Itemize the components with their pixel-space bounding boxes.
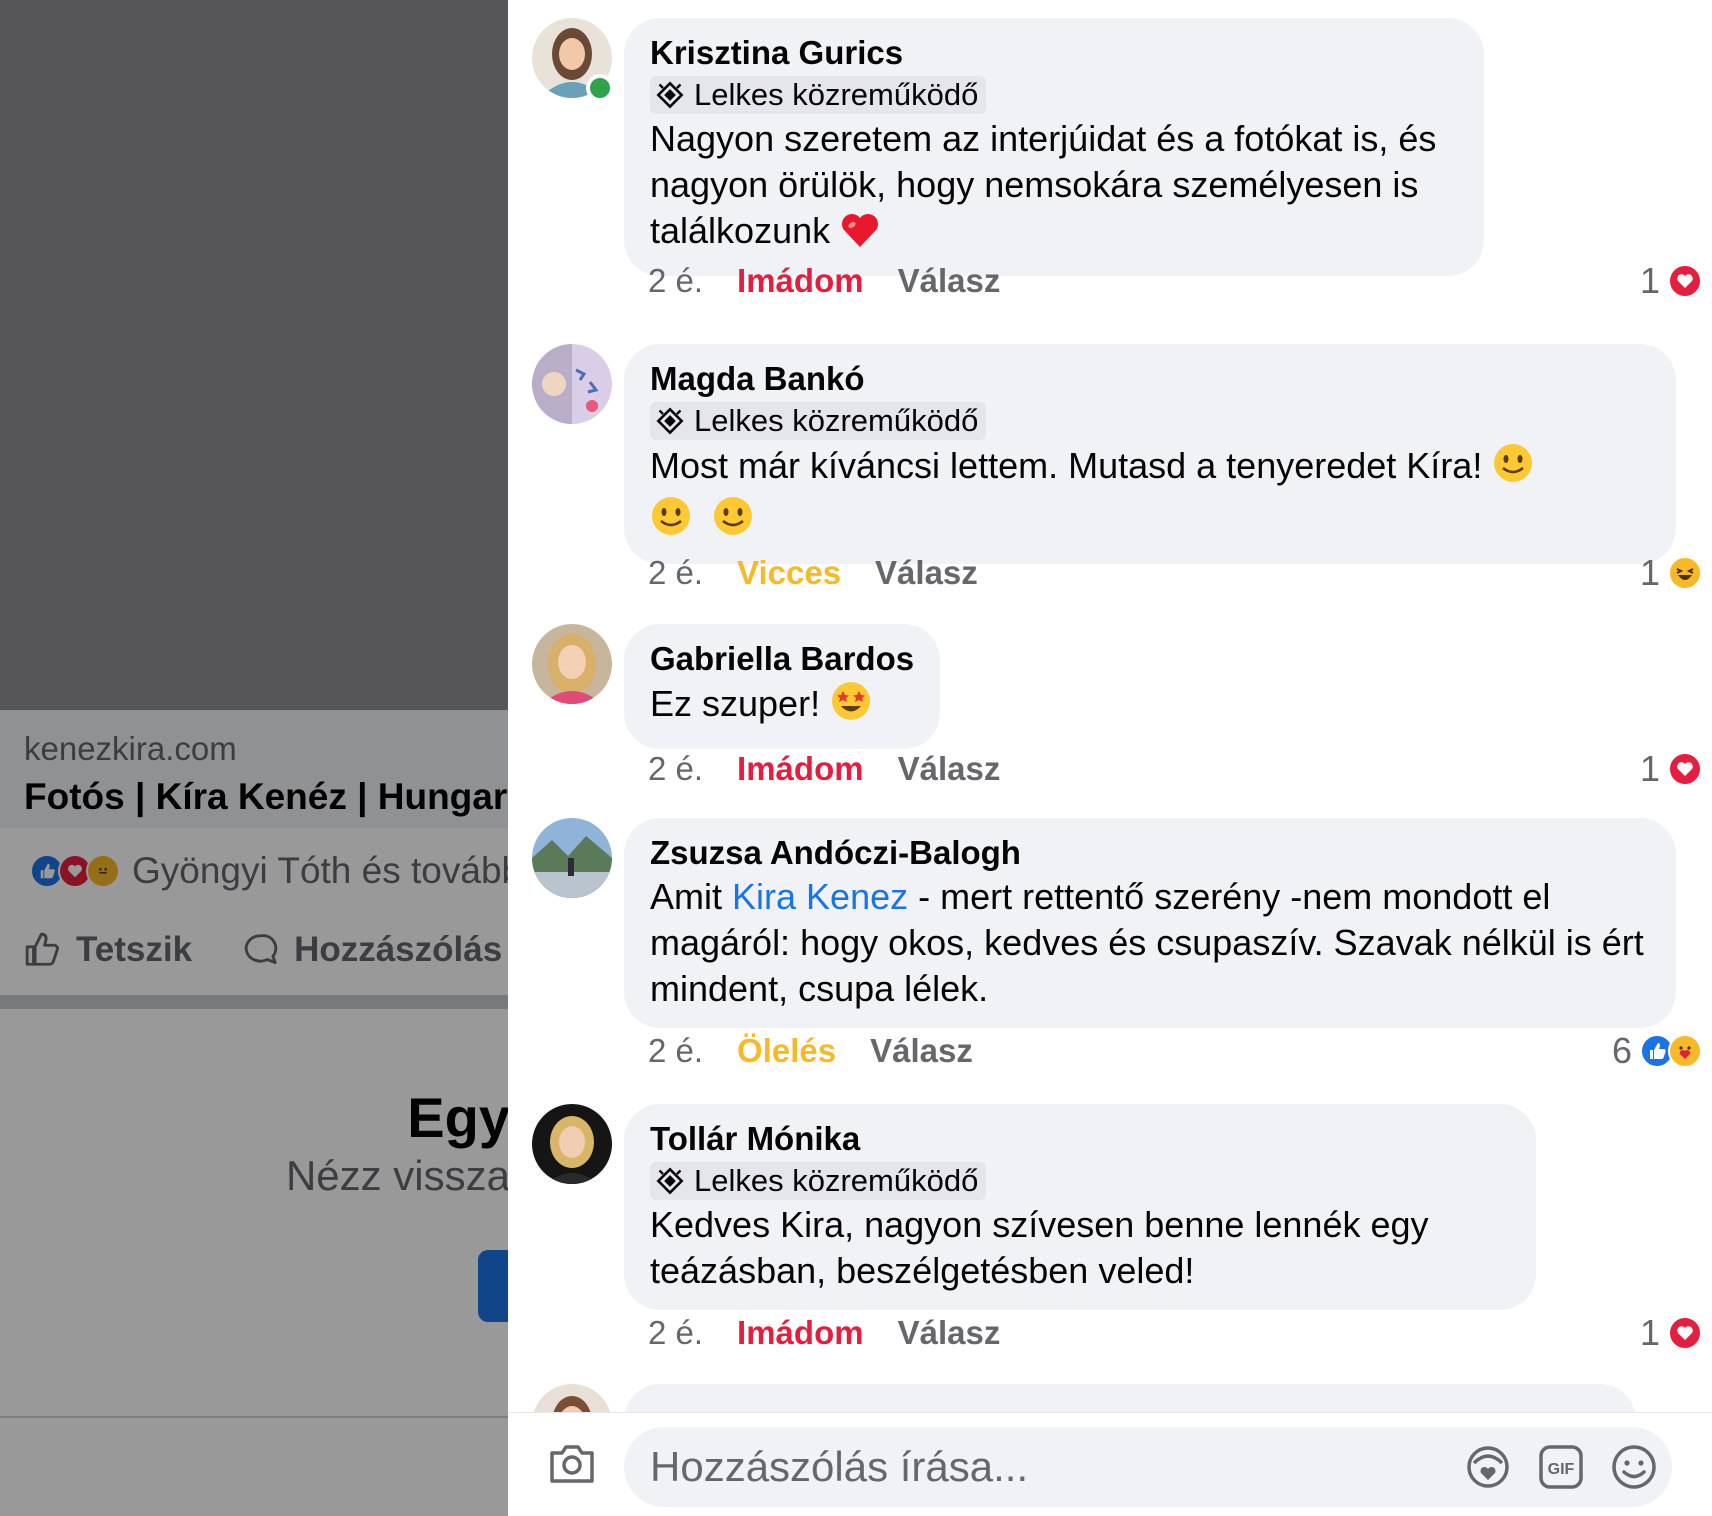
reaction-count-number: 6 — [1611, 1030, 1632, 1071]
reply-button[interactable]: Válasz — [898, 262, 1001, 300]
avatar[interactable] — [532, 818, 612, 898]
comment-time[interactable]: 2 é. — [648, 1314, 703, 1352]
badge-label: Lelkes közreműködő — [694, 77, 979, 112]
contributor-badge: Lelkes közreműködő — [650, 76, 987, 114]
camera-icon — [550, 1445, 594, 1483]
love-reaction-icon — [1668, 264, 1702, 298]
gif-button[interactable]: GIF — [1538, 1444, 1584, 1490]
comment-text: Most már kíváncsi lettem. Mutasd a tenye… — [650, 442, 1650, 548]
comment-text-content: Kedves Kira, nagyon szívesen benne lenné… — [650, 1204, 1429, 1291]
composer-tools: GIF — [1438, 1443, 1658, 1491]
comment-author[interactable]: Gabriella Bardos — [650, 640, 914, 678]
comment-author[interactable]: Tollár Mónika — [650, 1120, 1510, 1158]
online-status-indicator — [586, 74, 614, 102]
comment-bubble[interactable]: Gabriella Bardos Ez szuper! — [624, 624, 941, 749]
avatar[interactable] — [532, 624, 612, 704]
reaction-count-number: 1 — [1639, 260, 1660, 301]
comment-author[interactable]: Zsuzsa Andóczi-Balogh — [650, 834, 1650, 872]
badge-label: Lelkes közreműködő — [694, 1163, 979, 1198]
comment-text: Nagyon szeretem az interjúidat és a fotó… — [650, 116, 1458, 260]
comment-time[interactable]: 2 é. — [648, 554, 703, 592]
reaction-button[interactable]: Vicces — [737, 554, 841, 592]
comment-time[interactable]: 2 é. — [648, 750, 703, 788]
badge-diamond-icon — [656, 1167, 684, 1195]
gif-icon: GIF — [1539, 1445, 1583, 1489]
comment-text: Kedves Kira, nagyon szívesen benne lenné… — [650, 1202, 1510, 1294]
love-reaction-icon — [1668, 752, 1702, 786]
reaction-count[interactable]: 6 — [1612, 1030, 1702, 1072]
comment-text: Ez szuper! — [650, 680, 914, 733]
love-reaction-icon — [1668, 1316, 1702, 1350]
comment-meta: 2 é. Vicces Válasz — [648, 554, 978, 592]
slightly-smiling-emoji — [650, 495, 692, 548]
reaction-count-number: 1 — [1639, 552, 1660, 593]
comment-time[interactable]: 2 é. — [648, 1032, 703, 1070]
comments-panel: Krisztina Gurics Lelkes közreműködő Nagy… — [508, 0, 1712, 1516]
slightly-smiling-emoji — [712, 495, 754, 548]
emoji-button[interactable] — [1610, 1443, 1658, 1491]
comment-meta: 2 é. Imádom Válasz — [648, 262, 1000, 300]
comment-meta: 2 é. Imádom Válasz — [648, 750, 1000, 788]
comment-bubble[interactable]: Zsuzsa Andóczi-Balogh Amit Kira Kenez - … — [624, 818, 1676, 1028]
comment-author[interactable]: Magda Bankó — [650, 360, 1650, 398]
reaction-button[interactable]: Imádom — [737, 262, 864, 300]
avatar[interactable] — [532, 344, 612, 424]
reaction-button[interactable]: Imádom — [737, 750, 864, 788]
emoji-icon — [1612, 1445, 1656, 1489]
mention-link[interactable]: Kira Kenez — [732, 876, 908, 917]
reply-button[interactable]: Válasz — [898, 1314, 1001, 1352]
contributor-badge: Lelkes közreműködő — [650, 1162, 987, 1200]
comment-meta: 2 é. Ölelés Válasz — [648, 1032, 973, 1070]
reaction-count[interactable]: 1 — [1640, 552, 1702, 594]
comment-composer: Hozzászólás írása... GIF — [508, 1412, 1712, 1516]
comment-bubble[interactable]: Tollár Mónika Lelkes közreműködő Kedves … — [624, 1104, 1536, 1310]
comment-text: Amit Kira Kenez - mert rettentő szerény … — [650, 874, 1650, 1012]
reply-button[interactable]: Válasz — [870, 1032, 973, 1070]
comment-text-content: Most már kíváncsi lettem. Mutasd a tenye… — [650, 445, 1483, 486]
red-heart-emoji — [840, 211, 880, 260]
camera-button[interactable] — [548, 1441, 596, 1490]
comment-text-content: Ez szuper! — [650, 683, 821, 724]
star-struck-emoji — [830, 680, 872, 733]
badge-diamond-icon — [656, 407, 684, 435]
reaction-count-number: 1 — [1639, 1312, 1660, 1353]
avatar-sticker-button[interactable] — [1464, 1443, 1512, 1491]
reaction-count-number: 1 — [1639, 748, 1660, 789]
care-reaction-icon — [1668, 1034, 1702, 1068]
contributor-badge: Lelkes közreműködő — [650, 402, 987, 440]
reaction-count[interactable]: 1 — [1640, 260, 1702, 302]
haha-reaction-icon — [1668, 556, 1702, 590]
comment-text-content: Nagyon szeretem az interjúidat és a fotó… — [650, 118, 1437, 251]
reply-button[interactable]: Válasz — [875, 554, 978, 592]
comment-input-placeholder: Hozzászólás írása... — [650, 1443, 1029, 1490]
comment-bubble[interactable]: Magda Bankó Lelkes közreműködő Most már … — [624, 344, 1676, 564]
comment-author[interactable]: Krisztina Gurics — [650, 34, 1458, 72]
badge-label: Lelkes közreműködő — [694, 403, 979, 438]
reply-button[interactable]: Válasz — [898, 750, 1001, 788]
comment-text-before: Amit — [650, 876, 733, 917]
svg-text:GIF: GIF — [1548, 1461, 1575, 1478]
dim-overlay[interactable] — [0, 0, 508, 1516]
reaction-count[interactable]: 1 — [1640, 1312, 1702, 1354]
reaction-button[interactable]: Ölelés — [737, 1032, 836, 1070]
reaction-button[interactable]: Imádom — [737, 1314, 864, 1352]
reaction-count[interactable]: 1 — [1640, 748, 1702, 790]
comment-bubble[interactable]: Krisztina Gurics Lelkes közreműködő Nagy… — [624, 18, 1484, 276]
avatar[interactable] — [532, 1104, 612, 1184]
comment-time[interactable]: 2 é. — [648, 262, 703, 300]
slightly-smiling-emoji — [1492, 442, 1534, 495]
badge-diamond-icon — [656, 81, 684, 109]
comment-meta: 2 é. Imádom Válasz — [648, 1314, 1000, 1352]
avatar-sticker-icon — [1467, 1446, 1509, 1488]
